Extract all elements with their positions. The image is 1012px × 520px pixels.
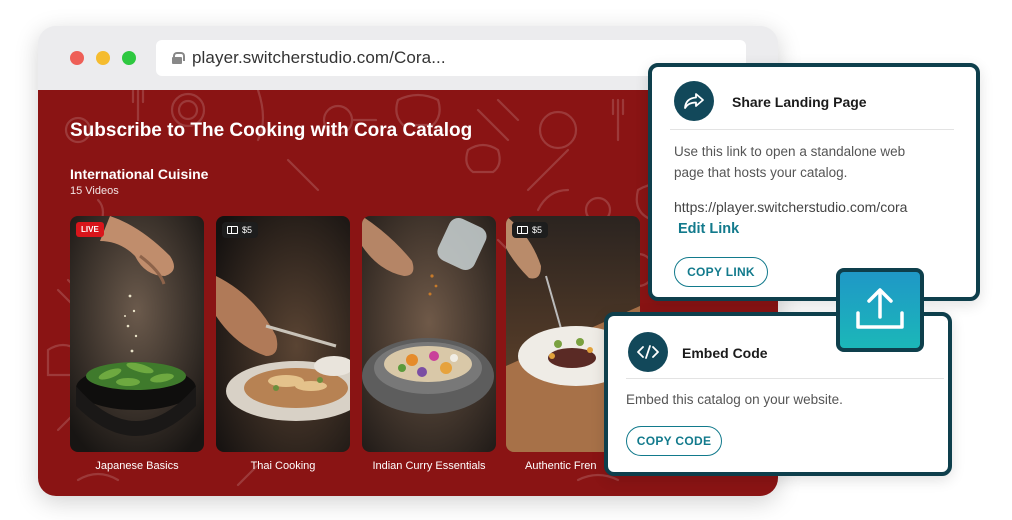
price-badge: $5 [512,222,549,238]
divider [670,129,954,130]
ticket-icon [517,226,528,234]
video-card-indian-curry[interactable] [362,216,496,452]
copy-link-button[interactable]: COPY LINK [674,257,768,287]
share-description: Use this link to open a standalone web p… [674,141,964,183]
video-title[interactable]: Japanese Basics [67,460,207,472]
share-arrow-icon [674,81,714,121]
divider [626,378,944,379]
address-url: player.switcherstudio.com/Cora... [192,48,446,67]
video-card-japanese-basics[interactable]: LIVE [70,216,204,452]
share-description-line: Use this link to open a standalone web [674,144,906,159]
copy-code-button[interactable]: COPY CODE [626,426,722,456]
upload-icon [856,288,904,329]
share-panel-title: Share Landing Page [732,94,867,110]
price-badge: $5 [222,222,259,238]
embed-panel-title: Embed Code [682,345,768,361]
section-title: International Cuisine [70,166,209,182]
video-count: 15 Videos [70,185,119,197]
minimize-window-button[interactable] [96,51,110,65]
catalog-title: Subscribe to The Cooking with Cora Catal… [70,120,473,141]
embed-description: Embed this catalog on your website. [626,392,843,407]
share-description-line: page that hosts your catalog. [674,165,848,180]
video-title[interactable]: Thai Cooking [213,460,353,472]
edit-link[interactable]: Edit Link [678,221,739,237]
upload-button[interactable] [836,268,924,352]
live-badge: LIVE [76,222,104,237]
code-icon [628,332,668,372]
share-landing-page-panel: Share Landing Page Use this link to open… [648,63,980,301]
video-card-thai-cooking[interactable]: $5 [216,216,350,452]
ticket-icon [227,226,238,234]
video-title[interactable]: Indian Curry Essentials [359,460,499,472]
price-value: $5 [242,225,253,235]
video-thumbnail [362,216,496,452]
close-window-button[interactable] [70,51,84,65]
landing-page-url: https://player.switcherstudio.com/cora [674,199,908,215]
video-thumbnail [216,216,350,452]
maximize-window-button[interactable] [122,51,136,65]
lock-icon [172,52,185,64]
price-value: $5 [532,225,543,235]
video-thumbnail [70,216,204,452]
